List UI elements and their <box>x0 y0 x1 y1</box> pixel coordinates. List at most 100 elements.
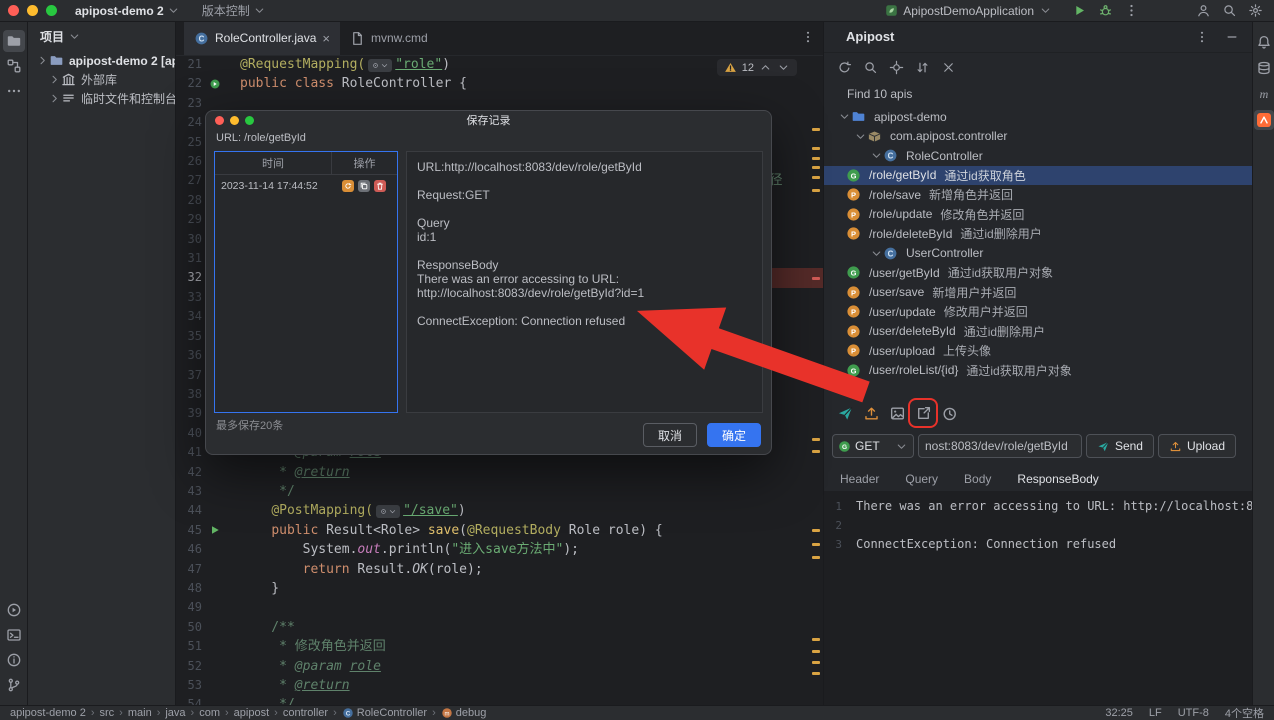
breadcrumb-item[interactable]: C RoleController <box>342 707 427 719</box>
search-icon[interactable] <box>1216 2 1242 20</box>
code-line[interactable]: 47 return Result.OK(role); <box>176 560 823 579</box>
database-icon[interactable] <box>1254 58 1274 78</box>
tab-mvnw.cmd[interactable]: mvnw.cmd <box>340 21 438 55</box>
cancel-button[interactable]: 取消 <box>642 423 697 447</box>
problems-icon[interactable] <box>3 649 25 671</box>
api-item[interactable]: P/user/upload 上传头像 <box>824 341 1252 361</box>
minimize-window-button[interactable] <box>27 5 38 16</box>
status-widget[interactable]: 32:25 <box>1105 707 1133 719</box>
sort-icon[interactable] <box>914 59 930 75</box>
run-icon[interactable] <box>3 599 25 621</box>
breadcrumb-item[interactable]: apipost <box>234 707 269 719</box>
breadcrumb-item[interactable]: controller <box>283 707 328 719</box>
breadcrumb-item[interactable]: src <box>100 707 115 719</box>
api-item[interactable]: P/user/deleteById 通过id删除用户 <box>824 322 1252 342</box>
play-icon[interactable] <box>1066 2 1092 20</box>
tab-Header[interactable]: Header <box>840 472 879 493</box>
status-widget[interactable]: LF <box>1149 707 1162 719</box>
project-selector[interactable]: apipost-demo 2 <box>75 4 180 18</box>
tab-RoleController.java[interactable]: C RoleController.java × <box>184 21 340 55</box>
ok-button[interactable]: 确定 <box>706 423 761 447</box>
response-body-view[interactable]: 1 There was an error accessing to URL: ht… <box>824 491 1252 705</box>
resend-icon[interactable] <box>342 180 354 192</box>
breadcrumb-item[interactable]: main <box>128 707 152 719</box>
request-url-input[interactable] <box>918 434 1082 458</box>
api-item[interactable]: P/role/save 新增角色并返回 <box>824 185 1252 205</box>
project-item[interactable]: apipost-demo 2 [ap <box>28 51 175 70</box>
minimize-icon[interactable] <box>1224 29 1240 45</box>
tab-options-icon[interactable] <box>801 30 815 44</box>
export-icon[interactable] <box>910 400 936 426</box>
locate-icon[interactable] <box>888 59 904 75</box>
send-icon[interactable] <box>832 400 858 426</box>
project-panel-header[interactable]: 项目 <box>28 21 175 51</box>
tree-node[interactable]: C UserController <box>824 244 1252 264</box>
delete-icon[interactable] <box>374 180 386 192</box>
code-line[interactable]: 52 * @param role <box>176 657 823 676</box>
send-button[interactable]: Send <box>1085 434 1154 458</box>
chevron-down-icon[interactable] <box>777 61 790 74</box>
close-tab-icon[interactable]: × <box>322 31 330 46</box>
method-select[interactable]: G GET <box>832 434 914 458</box>
bell-icon[interactable] <box>1254 32 1274 52</box>
code-line[interactable]: 54 */ <box>176 695 823 705</box>
breadcrumb-item[interactable]: com <box>199 707 220 719</box>
code-line[interactable]: 43 */ <box>176 482 823 501</box>
vcs-menu[interactable]: 版本控制 <box>202 2 266 19</box>
run-method-icon[interactable] <box>202 521 228 540</box>
more-icon[interactable] <box>3 80 25 102</box>
breadcrumb-item[interactable]: apipost-demo 2 <box>10 707 86 719</box>
close-window-button[interactable] <box>8 5 19 16</box>
structure-icon[interactable] <box>3 55 25 77</box>
maximize-window-button[interactable] <box>46 5 57 16</box>
api-item[interactable]: G/user/getById 通过id获取用户对象 <box>824 263 1252 283</box>
close-icon[interactable] <box>940 59 956 75</box>
mapping-inlay-chip[interactable] <box>376 505 401 519</box>
breadcrumb-item[interactable]: java <box>165 707 185 719</box>
history-row[interactable]: 2023-11-14 17:44:52 <box>215 175 397 197</box>
terminal-icon[interactable] <box>3 624 25 646</box>
kebab-icon[interactable] <box>1194 29 1210 45</box>
debug-icon[interactable] <box>1092 2 1118 20</box>
breadcrumb-item[interactable]: m debug <box>441 707 486 719</box>
code-line[interactable]: 46 System.out.println("进入save方法中"); <box>176 540 823 559</box>
history-icon[interactable] <box>936 400 962 426</box>
run-configuration-selector[interactable]: ApipostDemoApplication <box>885 4 1052 18</box>
inspections-widget[interactable]: 12 <box>716 59 797 76</box>
kebab-icon[interactable] <box>1118 2 1144 20</box>
run-class-icon[interactable] <box>202 74 228 93</box>
project-item[interactable]: 临时文件和控制台 <box>28 89 175 108</box>
code-line[interactable]: 42 * @return <box>176 463 823 482</box>
settings-icon[interactable] <box>1242 2 1268 20</box>
api-item[interactable]: G/user/roleList/{id} 通过id获取用户对象 <box>824 361 1252 381</box>
dialog-minimize-button[interactable] <box>230 116 239 125</box>
code-line[interactable]: 50 /** <box>176 618 823 637</box>
user-icon[interactable] <box>1190 2 1216 20</box>
api-item[interactable]: G/role/getById 通过id获取角色 <box>824 165 1252 185</box>
vcs-icon[interactable] <box>3 674 25 696</box>
tree-node[interactable]: com.apipost.controller <box>824 127 1252 147</box>
copy-icon[interactable] <box>358 180 370 192</box>
tab-Body[interactable]: Body <box>964 472 991 493</box>
apipost-icon[interactable] <box>1253 110 1274 130</box>
api-item[interactable]: P/role/update 修改角色并返回 <box>824 205 1252 225</box>
tab-Query[interactable]: Query <box>905 472 938 493</box>
code-line[interactable]: 45 public Result<Role> save(@RequestBody… <box>176 521 823 540</box>
save-icon[interactable] <box>884 400 910 426</box>
status-widget[interactable]: UTF-8 <box>1178 707 1209 719</box>
chevron-up-icon[interactable] <box>759 61 772 74</box>
dialog-close-button[interactable] <box>215 116 224 125</box>
api-item[interactable]: P/user/update 修改用户并返回 <box>824 302 1252 322</box>
mapping-inlay-chip[interactable] <box>368 59 393 72</box>
maven-icon[interactable]: m <box>1254 84 1274 104</box>
search-icon[interactable] <box>862 59 878 75</box>
code-line[interactable]: 51 * 修改角色并返回 <box>176 637 823 656</box>
status-widget[interactable]: 4个空格 <box>1225 706 1264 720</box>
tree-node[interactable]: C RoleController <box>824 146 1252 166</box>
code-line[interactable]: 22 public class RoleController { <box>176 74 823 93</box>
code-line[interactable]: 48 } <box>176 579 823 598</box>
project-item[interactable]: 外部库 <box>28 70 175 89</box>
code-line[interactable]: 44 @PostMapping("/save") <box>176 501 823 520</box>
tree-node[interactable]: apipost-demo <box>824 107 1252 127</box>
tab-ResponseBody[interactable]: ResponseBody <box>1013 472 1104 494</box>
